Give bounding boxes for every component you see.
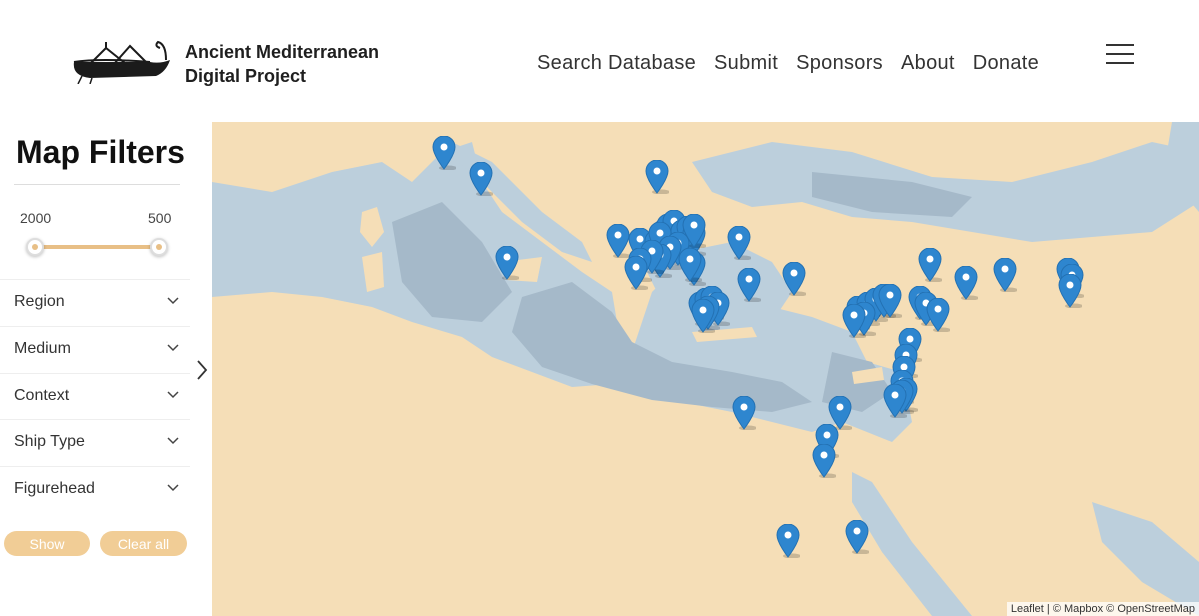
- chevron-down-icon: [167, 484, 179, 492]
- logo-line-2: Digital Project: [185, 66, 307, 86]
- filter-label: Ship Type: [14, 433, 85, 450]
- map-marker-icon[interactable]: [682, 214, 706, 248]
- map-marker-icon[interactable]: [842, 304, 866, 338]
- logo-line-1: Ancient Mediterranean: [185, 42, 380, 62]
- chevron-down-icon: [167, 391, 179, 399]
- hamburger-line: [1106, 44, 1134, 46]
- divider: [14, 184, 180, 185]
- map-marker-icon[interactable]: [878, 284, 902, 318]
- filter-label: Medium: [14, 340, 71, 357]
- chevron-down-icon: [167, 437, 179, 445]
- map-marker-icon[interactable]: [469, 162, 493, 196]
- map-marker-icon[interactable]: [732, 396, 756, 430]
- map-marker-icon[interactable]: [606, 224, 630, 258]
- hamburger-line: [1106, 62, 1134, 64]
- ship-logo-icon[interactable]: [70, 38, 180, 84]
- range-min-label: 2000: [20, 210, 52, 226]
- chevron-down-icon: [167, 297, 179, 305]
- nav-search-database[interactable]: Search Database: [537, 52, 696, 75]
- site-header: Ancient Mediterranean Digital Project Se…: [0, 0, 1199, 122]
- map-marker-icon[interactable]: [782, 262, 806, 296]
- map-marker-icon[interactable]: [624, 256, 648, 290]
- nav-submit[interactable]: Submit: [714, 52, 778, 75]
- map-marker-icon[interactable]: [993, 258, 1017, 292]
- map-filters-panel: Map Filters 2000 500 Region Medium Conte…: [0, 122, 212, 616]
- map-marker-icon[interactable]: [495, 246, 519, 280]
- date-range-slider[interactable]: [32, 245, 160, 249]
- filters-title: Map Filters: [16, 134, 185, 170]
- map-view[interactable]: Leaflet | © Mapbox © OpenStreetMap: [212, 122, 1199, 616]
- map-marker-icon[interactable]: [812, 444, 836, 478]
- map-marker-icon[interactable]: [883, 384, 907, 418]
- range-handle-end[interactable]: [150, 238, 168, 256]
- nav-sponsors[interactable]: Sponsors: [796, 52, 883, 75]
- nav-donate[interactable]: Donate: [973, 52, 1039, 75]
- map-base-layer: [212, 122, 1199, 616]
- clear-all-button[interactable]: Clear all: [100, 531, 187, 556]
- map-marker-icon[interactable]: [776, 524, 800, 558]
- range-max-label: 500: [148, 210, 172, 226]
- site-logo-text[interactable]: Ancient Mediterranean Digital Project: [185, 40, 379, 88]
- nav-about[interactable]: About: [901, 52, 955, 75]
- chevron-down-icon: [167, 344, 179, 352]
- map-marker-icon[interactable]: [678, 248, 702, 282]
- filter-region[interactable]: Region: [0, 279, 190, 326]
- map-attribution[interactable]: Leaflet | © Mapbox © OpenStreetMap: [1006, 602, 1199, 616]
- filter-figurehead[interactable]: Figurehead: [0, 466, 190, 513]
- map-marker-icon[interactable]: [954, 266, 978, 300]
- filter-medium[interactable]: Medium: [0, 326, 190, 373]
- filter-label: Context: [14, 387, 70, 404]
- range-handle-start[interactable]: [26, 238, 44, 256]
- chevron-right-icon[interactable]: [194, 358, 210, 382]
- hamburger-line: [1106, 53, 1134, 55]
- map-marker-icon[interactable]: [918, 248, 942, 282]
- filter-label: Region: [14, 293, 65, 310]
- map-marker-icon[interactable]: [691, 299, 715, 333]
- map-marker-icon[interactable]: [645, 160, 669, 194]
- show-button[interactable]: Show: [4, 531, 90, 556]
- map-marker-icon[interactable]: [737, 268, 761, 302]
- map-marker-icon[interactable]: [1058, 274, 1082, 308]
- hamburger-icon[interactable]: [1106, 44, 1136, 66]
- map-marker-icon[interactable]: [727, 226, 751, 260]
- map-marker-icon[interactable]: [845, 520, 869, 554]
- map-marker-icon[interactable]: [926, 298, 950, 332]
- map-marker-icon[interactable]: [432, 136, 456, 170]
- filter-label: Figurehead: [14, 480, 95, 497]
- filter-context[interactable]: Context: [0, 373, 190, 420]
- main-nav: Search Database Submit Sponsors About Do…: [537, 52, 1057, 75]
- filter-ship-type[interactable]: Ship Type: [0, 419, 190, 466]
